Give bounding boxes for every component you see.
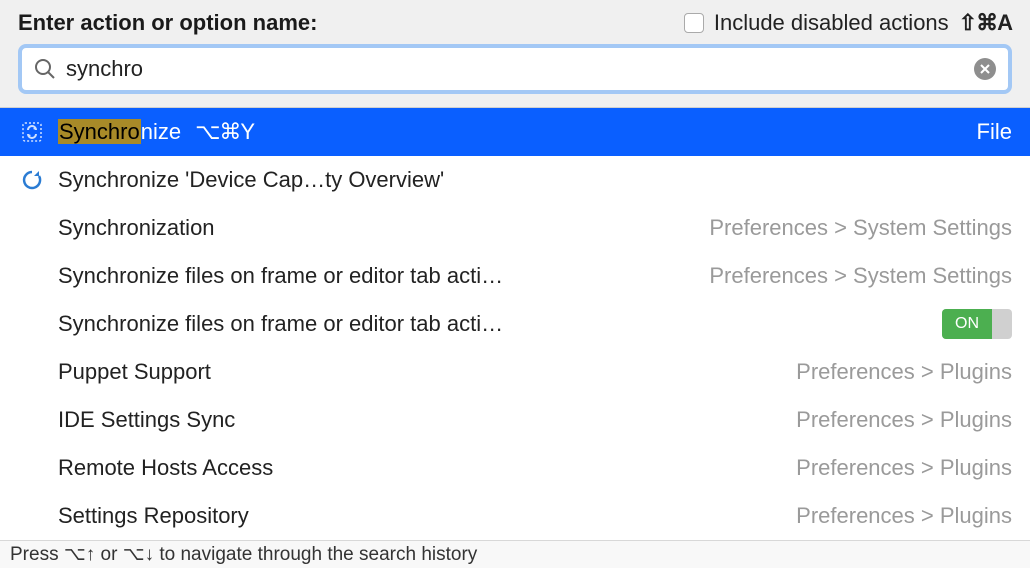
- include-disabled-checkbox[interactable]: [684, 13, 704, 33]
- dialog-header: Enter action or option name: Include dis…: [0, 0, 1030, 108]
- search-field-wrapper[interactable]: [18, 44, 1012, 94]
- search-icon: [34, 58, 56, 80]
- result-row[interactable]: Synchronize ⌥⌘Y File: [0, 108, 1030, 156]
- include-disabled-shortcut: ⇧⌘A: [959, 10, 1012, 36]
- result-label: Puppet Support: [58, 359, 211, 385]
- prompt-label: Enter action or option name:: [18, 10, 317, 36]
- result-location: File: [977, 119, 1012, 145]
- toggle-switch[interactable]: ON: [942, 309, 1012, 339]
- search-input[interactable]: [66, 56, 964, 82]
- result-location: Preferences > System Settings: [709, 215, 1012, 241]
- result-label: Synchronize: [58, 119, 181, 145]
- sync-icon: [18, 120, 46, 144]
- result-location: Preferences > System Settings: [709, 263, 1012, 289]
- result-row[interactable]: IDE Settings Sync Preferences > Plugins: [0, 396, 1030, 444]
- result-label: Synchronize 'Device Cap…ty Overview': [58, 167, 444, 193]
- toggle-on-label: ON: [942, 309, 992, 339]
- result-label: IDE Settings Sync: [58, 407, 235, 433]
- footer-hint: Press ⌥↑ or ⌥↓ to navigate through the s…: [0, 540, 1030, 568]
- result-location: Preferences > Plugins: [796, 503, 1012, 529]
- result-row[interactable]: Synchronize 'Device Cap…ty Overview': [0, 156, 1030, 204]
- result-label: Remote Hosts Access: [58, 455, 273, 481]
- clear-button[interactable]: [974, 58, 996, 80]
- result-location: Preferences > Plugins: [796, 455, 1012, 481]
- match-highlight: Synchro: [58, 119, 141, 144]
- result-shortcut: ⌥⌘Y: [195, 119, 254, 145]
- result-row[interactable]: Synchronize files on frame or editor tab…: [0, 300, 1030, 348]
- result-location: Preferences > Plugins: [796, 359, 1012, 385]
- result-label: Synchronization: [58, 215, 215, 241]
- result-row[interactable]: Puppet Support Preferences > Plugins: [0, 348, 1030, 396]
- result-row[interactable]: Settings Repository Preferences > Plugins: [0, 492, 1030, 540]
- close-icon: [979, 63, 991, 75]
- refresh-icon: [18, 168, 46, 192]
- results-list: Synchronize ⌥⌘Y File Synchronize 'Device …: [0, 108, 1030, 540]
- result-label: Settings Repository: [58, 503, 249, 529]
- result-label: Synchronize files on frame or editor tab…: [58, 311, 503, 337]
- result-row[interactable]: Synchronize files on frame or editor tab…: [0, 252, 1030, 300]
- result-row[interactable]: Remote Hosts Access Preferences > Plugins: [0, 444, 1030, 492]
- result-location: Preferences > Plugins: [796, 407, 1012, 433]
- result-row[interactable]: Synchronization Preferences > System Sett…: [0, 204, 1030, 252]
- result-label: Synchronize files on frame or editor tab…: [58, 263, 503, 289]
- include-disabled-label: Include disabled actions: [714, 10, 949, 36]
